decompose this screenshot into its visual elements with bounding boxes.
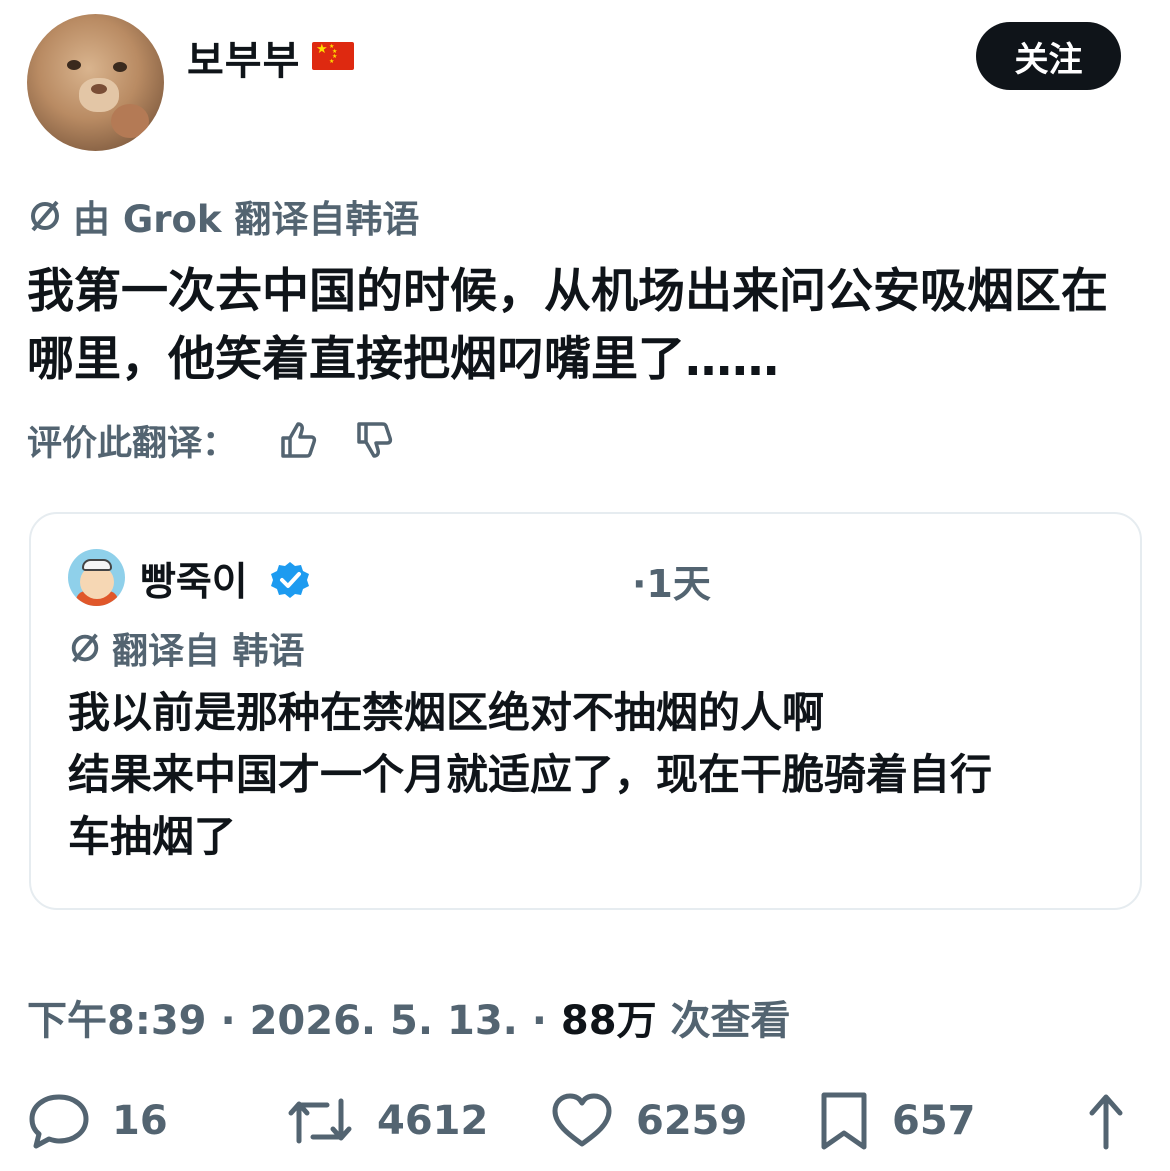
views-count: 88万 (560, 998, 657, 1044)
views-label: 次查看 (670, 998, 791, 1044)
translation-label: 由 Grok 翻译自韩语 (73, 198, 420, 241)
reply-icon (29, 1094, 89, 1149)
action-bar: 16 4612 6259 657 (0, 1088, 1170, 1154)
quoted-text-line: 我以前是那种在禁烟区绝对不抽烟的人啊 (68, 688, 825, 737)
separator-dot: · (531, 998, 547, 1044)
post-time: 下午8:39 (27, 998, 207, 1044)
quoted-translation-notice: 翻译自 韩语 (68, 624, 305, 672)
verified-badge-icon (271, 562, 309, 598)
translate-icon (31, 200, 59, 232)
share-button[interactable] (1084, 1088, 1150, 1154)
author-avatar[interactable] (27, 14, 164, 151)
rate-translation: 评价此翻译： (27, 414, 397, 466)
post-meta: 下午8:39 · 2026. 5. 13. · 88万 次查看 (27, 988, 791, 1046)
thumbs-up-icon[interactable] (277, 418, 321, 462)
repost-count: 4612 (377, 1098, 489, 1144)
bookmark-icon (821, 1092, 867, 1150)
quoted-text-line: 结果来中国才一个月就适应了，现在干脆骑着自行 (68, 750, 993, 799)
quoted-translation-label: 翻译自 韩语 (112, 631, 305, 672)
quoted-author-username[interactable]: 빵죽이 (140, 551, 248, 607)
repost-icon (288, 1098, 352, 1144)
bookmark-count: 657 (892, 1098, 976, 1144)
china-flag-icon: ★ ★ ★ ★ ★ (312, 42, 354, 70)
quoted-text-line: 车抽烟了 (68, 812, 237, 861)
post-text: 我第一次去中国的时候，从机场出来问公安吸烟区在哪里，他笑着直接把烟叼嘴里了…… (27, 264, 1108, 387)
translation-notice: 由 Grok 翻译自韩语 (27, 191, 419, 241)
quoted-post-text: 我以前是那种在禁烟区绝对不抽烟的人啊 结果来中国才一个月就适应了，现在干脆骑着自… (68, 682, 1118, 868)
reply-button[interactable]: 16 (28, 1088, 168, 1154)
quoted-post-time: ·1天 (632, 562, 711, 606)
repost-button[interactable]: 4612 (285, 1088, 488, 1154)
follow-button[interactable]: 关注 (976, 22, 1121, 90)
separator-dot: · (220, 998, 236, 1044)
translate-icon (71, 633, 99, 663)
author-username[interactable]: 보부부 (187, 28, 300, 86)
share-icon (1089, 1094, 1123, 1150)
bookmark-button[interactable]: 657 (818, 1088, 976, 1154)
like-button[interactable]: 6259 (550, 1088, 747, 1154)
quoted-author-avatar[interactable] (68, 549, 125, 606)
reply-count: 16 (112, 1098, 168, 1144)
rate-label: 评价此翻译： (27, 423, 238, 464)
post-date: 2026. 5. 13. (249, 998, 518, 1044)
thumbs-down-icon[interactable] (353, 418, 397, 462)
like-count: 6259 (636, 1098, 748, 1144)
heart-icon (552, 1093, 612, 1147)
